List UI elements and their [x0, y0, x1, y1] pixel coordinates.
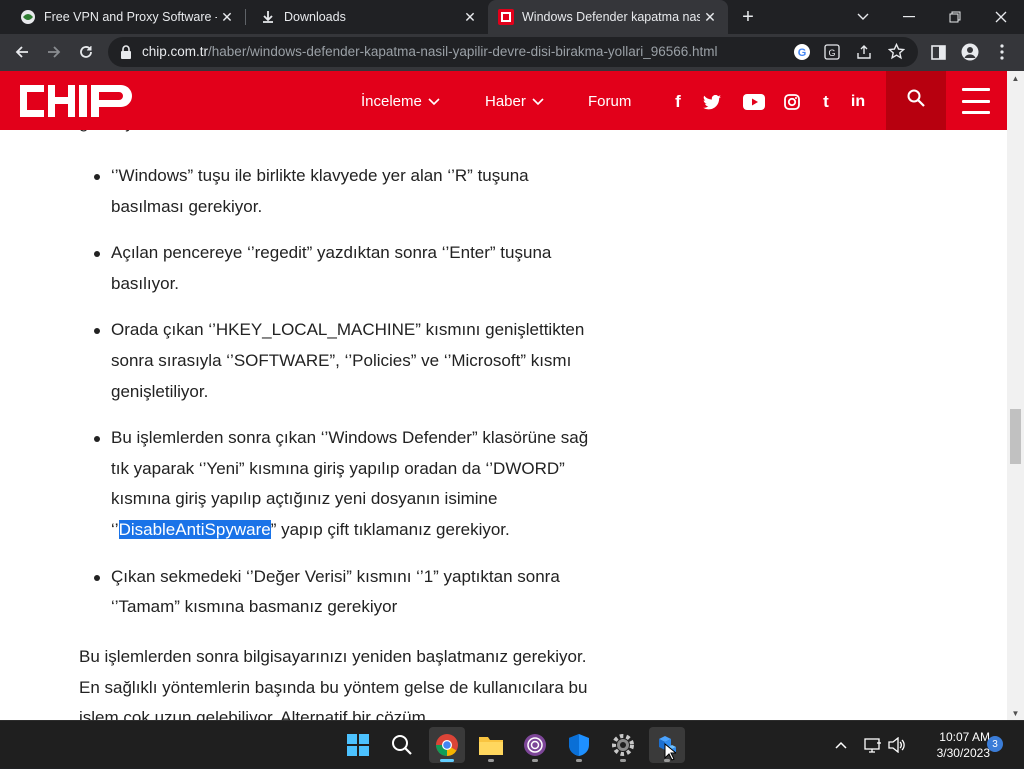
reload-button[interactable]	[72, 38, 100, 66]
search-icon	[907, 89, 925, 112]
start-button-windows-icon[interactable]	[340, 727, 376, 763]
list-item: Orada çıkan ‘’HKEY_LOCAL_MACHINE” kısmın…	[94, 315, 601, 407]
restore-button[interactable]	[932, 0, 978, 34]
linkedin-icon[interactable]: in	[848, 92, 868, 112]
tab-windows-defender[interactable]: Windows Defender kapatma nası ✕	[488, 0, 728, 34]
svg-text:G: G	[828, 48, 835, 58]
vpn-favicon-icon	[20, 9, 36, 25]
tab-title: Downloads	[284, 10, 346, 24]
chevron-down-icon	[532, 93, 544, 110]
article-paragraph: Bu işlemlerden sonra bilgisayarınızı yen…	[79, 647, 588, 720]
page-scrollbar[interactable]: ▲ ▼	[1007, 71, 1024, 720]
taskbar-clock[interactable]: 10:07 AM 3/30/2023	[912, 729, 990, 761]
nav-haber[interactable]: Haber	[485, 93, 544, 110]
close-window-button[interactable]	[978, 0, 1024, 34]
svg-text:G: G	[798, 47, 807, 59]
close-tab-icon[interactable]: ✕	[700, 7, 720, 27]
tray-overflow-chevron-icon[interactable]	[830, 721, 852, 769]
tab-vpn[interactable]: Free VPN and Proxy Software - D ✕	[0, 0, 245, 34]
tab-strip: Free VPN and Proxy Software - D ✕ Downlo…	[0, 0, 1024, 34]
close-tab-icon[interactable]: ✕	[217, 7, 237, 27]
twitter-icon[interactable]	[702, 92, 722, 112]
new-tab-button[interactable]: +	[735, 5, 761, 29]
share-icon[interactable]	[856, 44, 872, 65]
nav-inceleme[interactable]: İnceleme	[361, 93, 440, 110]
list-item: ‘’Windows” tuşu ile birlikte klavyede ye…	[94, 161, 601, 222]
address-bar[interactable]: chip.com.tr/haber/windows-defender-kapat…	[108, 37, 918, 67]
minimize-button[interactable]	[886, 0, 932, 34]
tumblr-icon[interactable]: t	[816, 92, 836, 112]
scroll-up-arrow-icon[interactable]: ▲	[1007, 71, 1024, 85]
clock-date: 3/30/2023	[936, 746, 990, 760]
scroll-down-arrow-icon[interactable]: ▼	[1007, 706, 1024, 720]
google-icon[interactable]: G	[793, 43, 811, 66]
selected-text-highlight[interactable]: DisableAntiSpyware	[118, 519, 271, 539]
facebook-icon[interactable]: f	[668, 92, 688, 112]
browser-toolbar: chip.com.tr/haber/windows-defender-kapat…	[0, 34, 1024, 71]
side-panel-icon[interactable]	[924, 38, 952, 66]
url-path: /haber/windows-defender-kapatma-nasil-ya…	[208, 44, 718, 59]
list-item-text: ” yapıp çift tıklamanız gerekiyor.	[270, 519, 510, 539]
tor-browser-icon[interactable]	[517, 727, 553, 763]
tab-title: Windows Defender kapatma nası	[522, 10, 700, 24]
steps-list: ‘’Windows” tuşu ile birlikte klavyede ye…	[94, 161, 601, 639]
active-indicator	[440, 759, 454, 762]
notification-badge[interactable]: 3	[987, 736, 1003, 752]
tab-downloads[interactable]: Downloads ✕	[240, 0, 488, 34]
url-text: chip.com.tr/haber/windows-defender-kapat…	[142, 44, 718, 59]
close-tab-icon[interactable]: ✕	[460, 7, 480, 27]
chip-logo[interactable]	[20, 85, 132, 122]
bookmark-star-icon[interactable]	[887, 42, 906, 65]
web-page: gerekiyor. ‘’Windows” tuşu ile birlikte …	[0, 71, 1007, 720]
clock-time: 10:07 AM	[939, 730, 990, 744]
running-indicator	[576, 759, 582, 762]
running-indicator	[532, 759, 538, 762]
tab-title: Free VPN and Proxy Software - D	[44, 10, 217, 24]
windows-security-shield-icon[interactable]	[561, 727, 597, 763]
mouse-cursor-icon	[664, 742, 678, 766]
file-explorer-icon[interactable]	[473, 727, 509, 763]
nav-label: İnceleme	[361, 93, 422, 110]
running-indicator	[488, 759, 494, 762]
scrollbar-thumb[interactable]	[1010, 409, 1021, 464]
search-icon[interactable]	[384, 727, 420, 763]
volume-icon[interactable]	[886, 721, 908, 769]
nav-label: Haber	[485, 93, 526, 110]
lock-icon[interactable]	[120, 45, 132, 64]
download-icon	[260, 9, 276, 25]
list-item: Açılan pencereye ‘’regedit” yazdıktan so…	[94, 238, 601, 299]
instagram-icon[interactable]	[782, 92, 802, 112]
chip-favicon-icon	[498, 9, 514, 25]
profile-avatar-icon[interactable]	[956, 38, 984, 66]
list-item: Çıkan sekmedeki ‘’Değer Verisi” kısmını …	[94, 562, 601, 623]
network-icon[interactable]	[862, 721, 884, 769]
search-button[interactable]	[886, 71, 946, 130]
forward-button[interactable]	[40, 38, 68, 66]
chevron-down-icon	[428, 93, 440, 110]
youtube-icon[interactable]	[742, 92, 766, 112]
settings-gear-icon[interactable]	[605, 727, 641, 763]
running-indicator	[620, 759, 626, 762]
chrome-taskbar-icon[interactable]	[429, 727, 465, 763]
back-button[interactable]	[8, 38, 36, 66]
nav-forum[interactable]: Forum	[588, 93, 631, 110]
translate-icon[interactable]: G	[824, 44, 840, 65]
url-host: chip.com.tr	[142, 44, 209, 59]
tab-search-chevron-icon[interactable]	[840, 0, 886, 34]
menu-hamburger-icon[interactable]	[962, 88, 990, 114]
list-item: Bu işlemlerden sonra çıkan ‘’Windows Def…	[94, 423, 601, 545]
windows-taskbar: 10:07 AM 3/30/2023	[0, 720, 1024, 768]
nav-label: Forum	[588, 93, 632, 110]
more-menu-icon[interactable]	[988, 38, 1016, 66]
site-header: İnceleme Haber Forum f t in	[0, 71, 1007, 130]
